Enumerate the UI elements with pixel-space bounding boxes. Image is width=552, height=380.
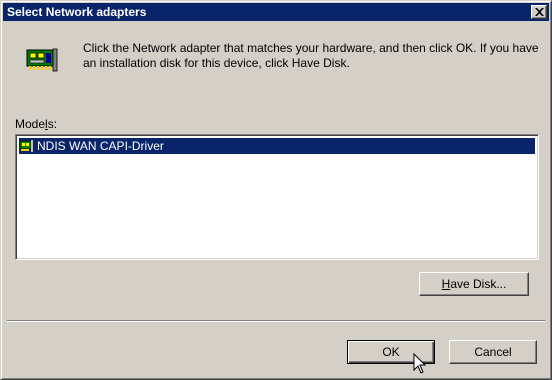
separator [7, 320, 545, 322]
close-icon [535, 8, 544, 16]
models-listbox[interactable]: NDIS WAN CAPI-Driver [15, 134, 539, 260]
models-label: Models: [15, 117, 57, 131]
instruction-text: Click the Network adapter that matches y… [83, 41, 539, 70]
network-adapter-icon [26, 48, 58, 72]
close-button[interactable] [531, 5, 547, 19]
window-title: Select Network adapters [7, 5, 147, 19]
models-label-suffix: s: [47, 117, 58, 131]
cancel-button[interactable]: Cancel [449, 340, 537, 364]
select-network-adapters-dialog: Select Network adapters Click the Networ… [0, 0, 552, 380]
models-label-prefix: Mode [15, 117, 46, 131]
mouse-pointer-icon [413, 353, 427, 374]
list-item-label: NDIS WAN CAPI-Driver [37, 139, 164, 153]
list-item[interactable]: NDIS WAN CAPI-Driver [19, 138, 535, 154]
title-bar[interactable]: Select Network adapters [3, 3, 549, 21]
have-disk-label: ave Disk... [450, 277, 507, 291]
have-disk-button[interactable]: Have Disk... [419, 272, 529, 296]
network-card-icon [20, 140, 33, 152]
